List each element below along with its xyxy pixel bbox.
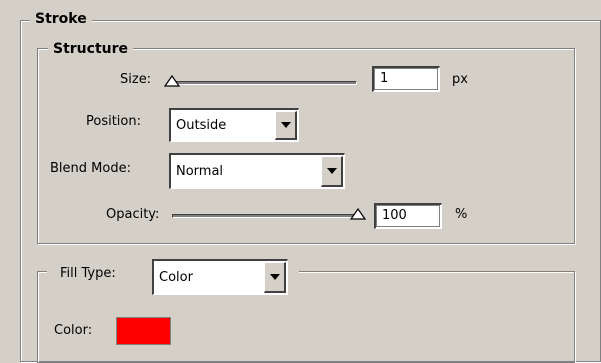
structure-legend: Structure <box>48 40 134 58</box>
opacity-slider-thumb-icon[interactable] <box>350 208 366 220</box>
position-dropdown-button[interactable] <box>275 111 297 140</box>
fill-type-dropdown-button[interactable] <box>264 262 286 293</box>
position-label: Position: <box>86 114 141 129</box>
stroke-legend: Stroke <box>30 10 92 28</box>
size-unit: px <box>452 72 468 87</box>
blend-mode-dropdown-button[interactable] <box>321 156 343 187</box>
color-swatch[interactable] <box>116 317 171 345</box>
chevron-down-icon <box>280 122 291 128</box>
blend-mode-value: Normal <box>176 164 224 179</box>
size-slider-track[interactable] <box>168 81 357 85</box>
blend-mode-label: Blend Mode: <box>50 161 131 176</box>
opacity-slider-track[interactable] <box>172 214 362 218</box>
fill-type-select[interactable]: Color <box>152 259 288 295</box>
size-input[interactable]: 1 <box>372 66 440 92</box>
position-value: Outside <box>176 118 227 133</box>
opacity-input[interactable]: 100 <box>374 203 442 229</box>
opacity-label: Opacity: <box>106 207 160 222</box>
size-label: Size: <box>120 72 152 87</box>
fill-type-label: Fill Type: <box>60 266 116 281</box>
color-label: Color: <box>54 323 93 338</box>
fill-type-value: Color <box>159 270 193 285</box>
blend-mode-select[interactable]: Normal <box>169 153 345 189</box>
chevron-down-icon <box>326 168 337 174</box>
size-slider-thumb-icon[interactable] <box>164 75 180 87</box>
position-select[interactable]: Outside <box>169 108 299 142</box>
chevron-down-icon <box>269 274 280 280</box>
opacity-unit: % <box>455 207 468 222</box>
